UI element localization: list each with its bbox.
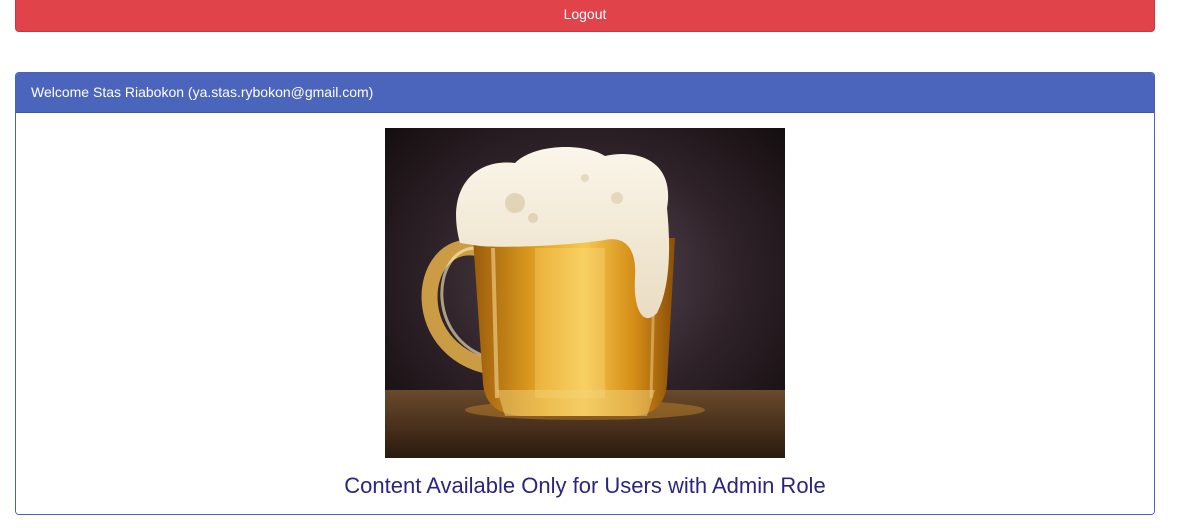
beer-mug-image [385,128,785,458]
logout-label: Logout [563,6,607,22]
admin-only-message: Content Available Only for Users with Ad… [344,473,826,498]
panel-heading: Welcome Stas Riabokon (ya.stas.rybokon@g… [16,73,1154,113]
logout-button[interactable]: Logout [15,0,1155,32]
welcome-panel: Welcome Stas Riabokon (ya.stas.rybokon@g… [15,72,1155,515]
panel-body: Content Available Only for Users with Ad… [16,113,1154,514]
